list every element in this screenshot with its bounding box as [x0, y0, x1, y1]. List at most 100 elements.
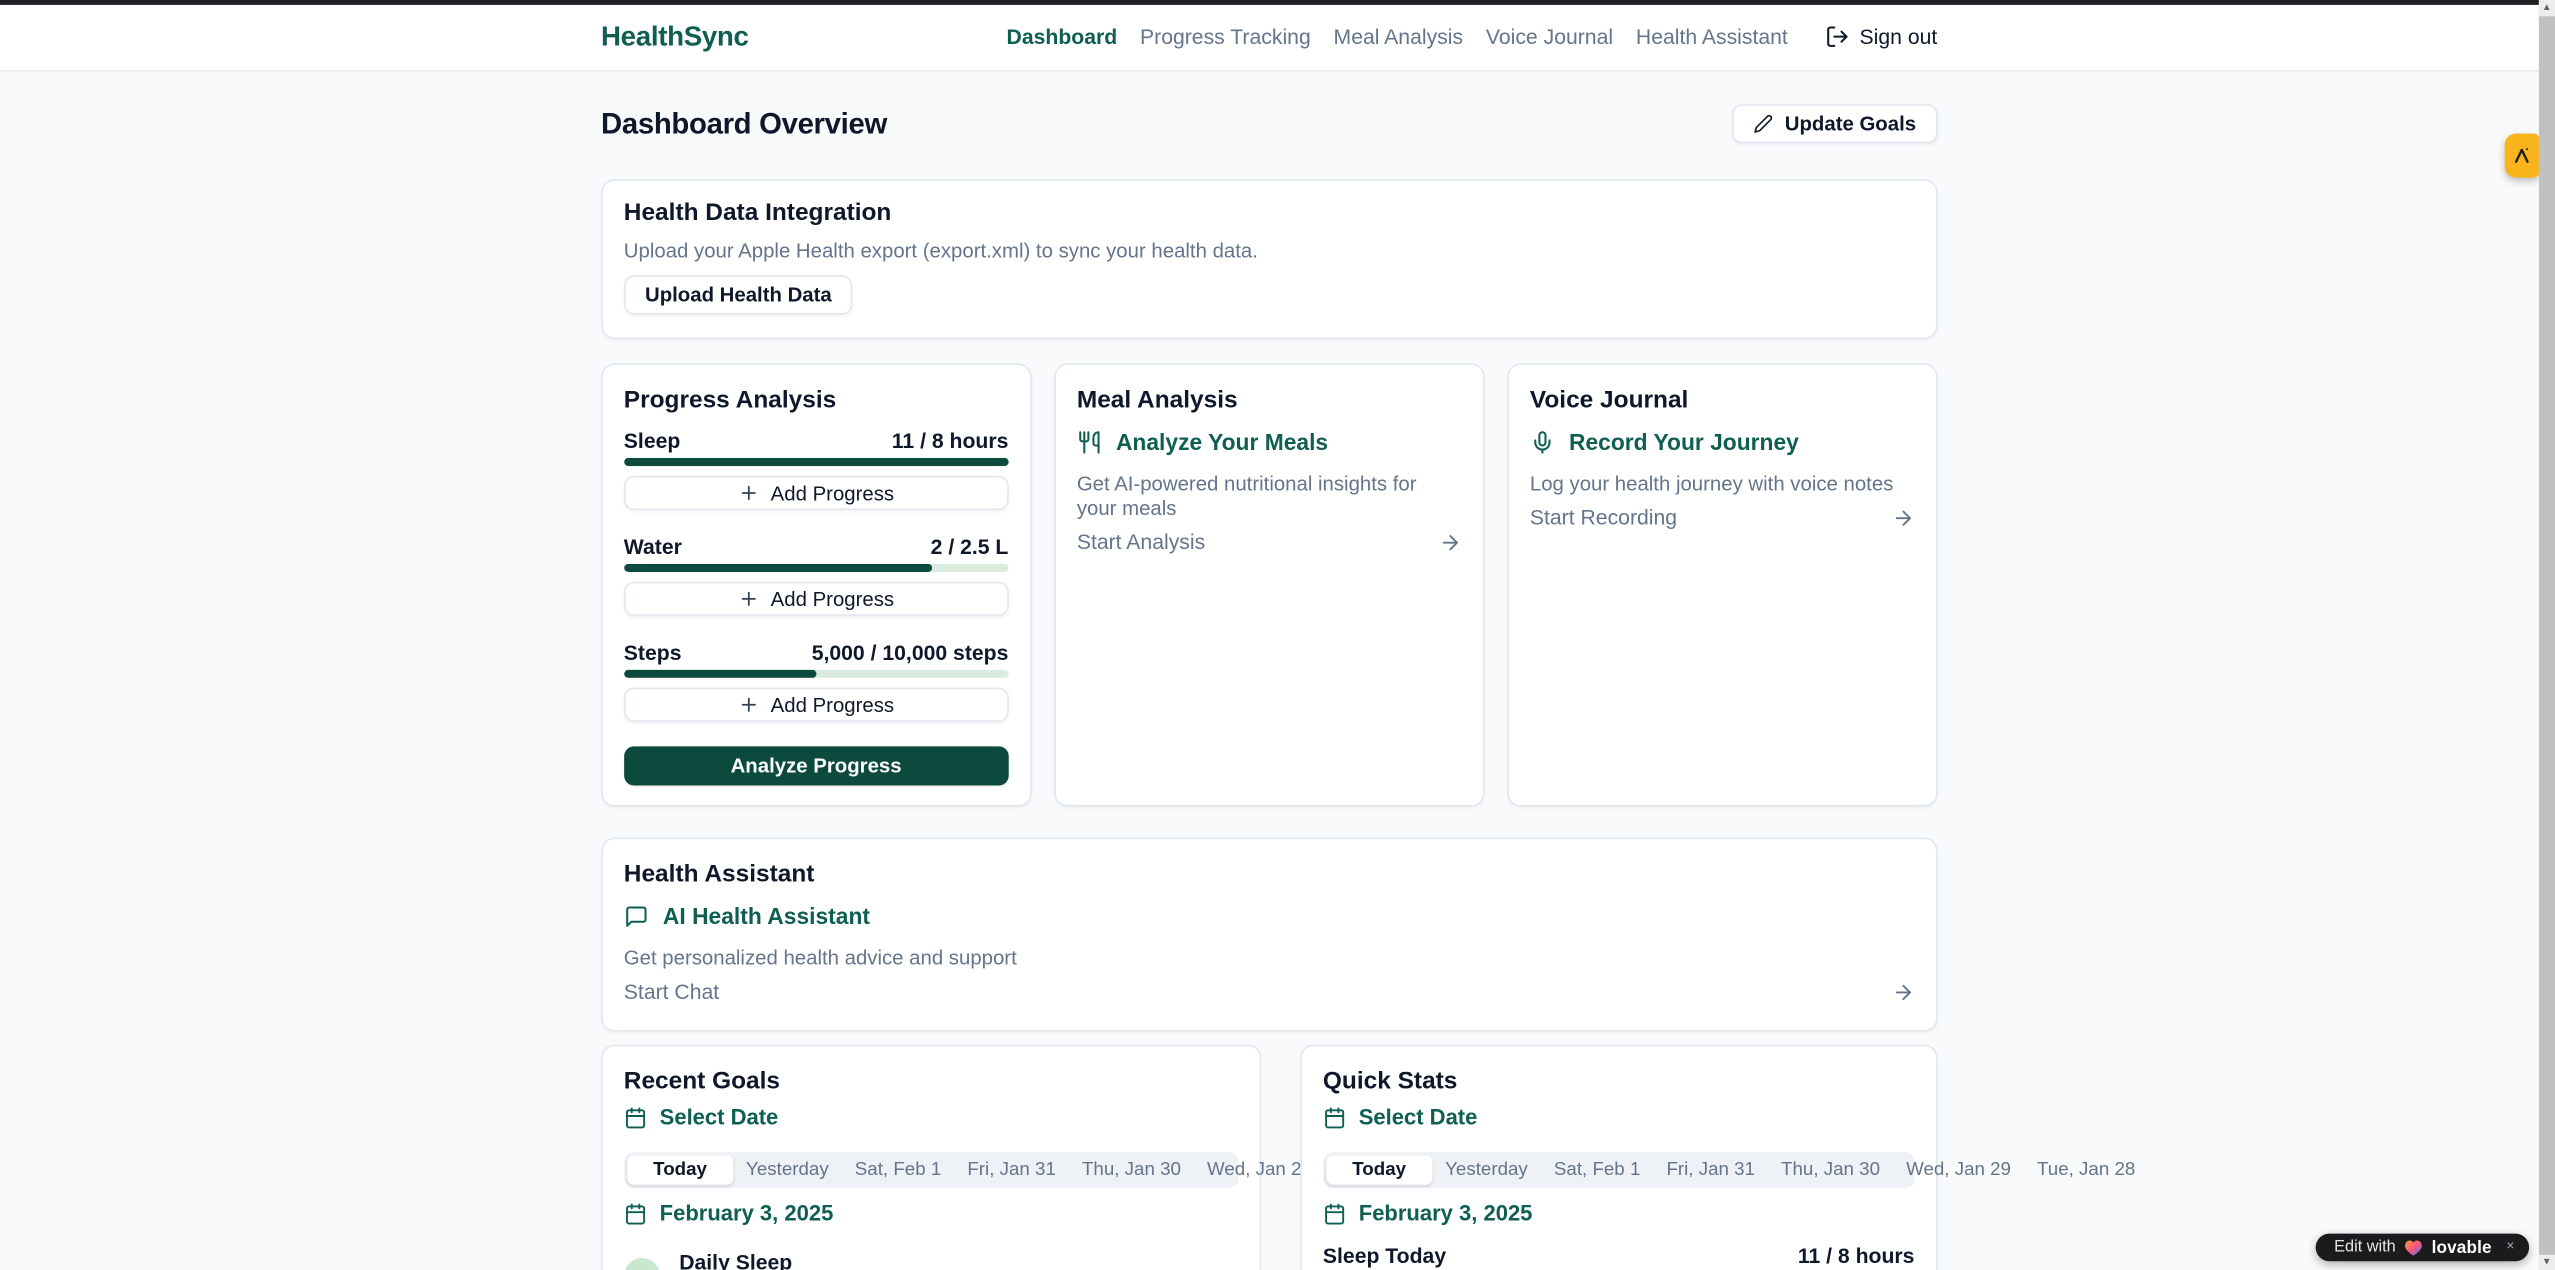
goal-item: Daily Sleep 11 / 8 hours	[624, 1250, 1238, 1270]
voice-description: Log your health journey with voice notes	[1530, 473, 1915, 497]
progress-bar	[624, 564, 1009, 572]
date-tab-sat-feb-1[interactable]: Sat, Feb 1	[842, 1155, 955, 1184]
start-analysis-label: Start Analysis	[1077, 531, 1205, 554]
selected-date-label: February 3, 2025	[660, 1201, 834, 1227]
date-tab-sat-feb-1[interactable]: Sat, Feb 1	[1541, 1155, 1654, 1184]
metric-value: 2 / 2.5 L	[931, 536, 1009, 557]
start-chat-action[interactable]: Start Chat	[624, 981, 1915, 1004]
upload-health-data-button[interactable]: Upload Health Data	[624, 275, 853, 314]
sign-out-button[interactable]: Sign out	[1825, 25, 1937, 49]
app-root: HealthSync Dashboard Progress Tracking M…	[0, 0, 2555, 1270]
scroll-down-icon[interactable]: ▼	[2538, 1255, 2555, 1270]
date-tab-yesterday[interactable]: Yesterday	[1432, 1155, 1541, 1184]
date-tab-today[interactable]: Today	[1326, 1155, 1432, 1184]
close-icon[interactable]: ×	[2506, 1237, 2514, 1253]
select-date-label: Select Date	[660, 1105, 779, 1131]
date-tab-thu-jan-30[interactable]: Thu, Jan 30	[1768, 1155, 1893, 1184]
record-your-journey-link[interactable]: Record Your Journey	[1530, 430, 1915, 454]
selected-date: February 3, 2025	[624, 1201, 1238, 1227]
lovable-badge-button[interactable]	[2504, 134, 2538, 178]
start-recording-action[interactable]: Start Recording	[1530, 507, 1915, 530]
add-progress-button-steps[interactable]: Add Progress	[624, 688, 1009, 722]
metric-label: Sleep	[624, 430, 681, 451]
assistant-card-title: Health Assistant	[624, 860, 1915, 888]
microphone-icon	[1530, 430, 1554, 454]
pencil-icon	[1754, 114, 1774, 134]
record-your-journey-label: Record Your Journey	[1569, 430, 1799, 454]
plus-icon	[738, 694, 759, 715]
lovable-logo-icon	[2511, 145, 2532, 166]
recent-goals-title: Recent Goals	[624, 1067, 1238, 1095]
voice-card-title: Voice Journal	[1530, 386, 1915, 414]
date-tab-tue-jan-28[interactable]: Tue, Jan 28	[2024, 1155, 2148, 1184]
lovable-brand-label: lovable	[2432, 1238, 2492, 1258]
metric-label: Steps	[624, 642, 682, 663]
update-goals-button[interactable]: Update Goals	[1733, 104, 1938, 143]
nav-item-health-assistant[interactable]: Health Assistant	[1636, 25, 1788, 49]
start-recording-label: Start Recording	[1530, 507, 1677, 530]
nav-item-voice-journal[interactable]: Voice Journal	[1486, 25, 1613, 49]
utensils-icon	[1077, 430, 1101, 454]
analyze-your-meals-label: Analyze Your Meals	[1116, 430, 1328, 454]
date-tabs: Today Yesterday Sat, Feb 1 Fri, Jan 31 T…	[1323, 1152, 1915, 1188]
ai-health-assistant-link[interactable]: AI Health Assistant	[624, 904, 1915, 928]
quick-stats-card: Quick Stats Select Date Today Yesterday …	[1300, 1045, 1937, 1270]
goal-name: Daily Sleep	[679, 1250, 792, 1270]
date-tab-fri-jan-31[interactable]: Fri, Jan 31	[1653, 1155, 1768, 1184]
meal-card-title: Meal Analysis	[1077, 386, 1462, 414]
date-tab-today[interactable]: Today	[627, 1155, 733, 1184]
calendar-icon	[1323, 1106, 1346, 1129]
date-tab-fri-jan-31[interactable]: Fri, Jan 31	[954, 1155, 1069, 1184]
main-content: Dashboard Overview Update Goals Health D…	[0, 104, 2538, 1270]
progress-fill	[624, 458, 1009, 466]
integration-title: Health Data Integration	[624, 199, 1915, 227]
calendar-icon	[624, 1106, 647, 1129]
edit-with-lovable-badge[interactable]: Edit with lovable ×	[2316, 1234, 2529, 1262]
meal-description: Get AI-powered nutritional insights for …	[1077, 473, 1462, 522]
nav-item-progress-tracking[interactable]: Progress Tracking	[1140, 25, 1311, 49]
brand-logo[interactable]: HealthSync	[601, 21, 749, 54]
select-date-label: Select Date	[1359, 1105, 1478, 1131]
ai-health-assistant-label: AI Health Assistant	[663, 904, 870, 928]
select-date-button[interactable]: Select Date	[1323, 1105, 1915, 1131]
select-date-button[interactable]: Select Date	[624, 1105, 1238, 1131]
integration-description: Upload your Apple Health export (export.…	[624, 240, 1915, 264]
start-chat-label: Start Chat	[624, 981, 719, 1004]
logout-icon	[1825, 25, 1849, 49]
edit-with-label: Edit with	[2334, 1238, 2396, 1256]
stat-label: Sleep Today	[1323, 1245, 1446, 1266]
start-analysis-action[interactable]: Start Analysis	[1077, 531, 1462, 554]
quick-stats-title: Quick Stats	[1323, 1067, 1915, 1095]
stat-row: Sleep Today 11 / 8 hours	[1323, 1245, 1915, 1266]
plus-icon	[738, 588, 759, 609]
analyze-your-meals-link[interactable]: Analyze Your Meals	[1077, 430, 1462, 454]
stat-value: 11 / 8 hours	[1798, 1245, 1915, 1266]
assistant-description: Get personalized health advice and suppo…	[624, 947, 1915, 971]
add-progress-button-water[interactable]: Add Progress	[624, 582, 1009, 616]
analyze-progress-button[interactable]: Analyze Progress	[624, 746, 1009, 785]
calendar-icon	[624, 1203, 647, 1226]
scrollbar[interactable]: ▲ ▼	[2538, 0, 2555, 1270]
sign-out-label: Sign out	[1860, 25, 1938, 49]
main-nav: Dashboard Progress Tracking Meal Analysi…	[1007, 25, 1938, 49]
nav-item-meal-analysis[interactable]: Meal Analysis	[1334, 25, 1464, 49]
arrow-right-icon	[1892, 507, 1915, 530]
metric-steps: Steps 5,000 / 10,000 steps Add Progress	[624, 642, 1009, 723]
meal-analysis-card: Meal Analysis Analyze Your Meals Get AI-…	[1054, 363, 1484, 806]
progress-analysis-card: Progress Analysis Sleep 11 / 8 hours Add…	[601, 363, 1031, 806]
scroll-up-icon[interactable]: ▲	[2538, 0, 2555, 16]
nav-item-dashboard[interactable]: Dashboard	[1007, 25, 1118, 49]
date-tab-yesterday[interactable]: Yesterday	[733, 1155, 842, 1184]
selected-date: February 3, 2025	[1323, 1201, 1915, 1227]
top-bar	[0, 0, 2538, 4]
recent-goals-card: Recent Goals Select Date Today Yesterday…	[601, 1045, 1261, 1270]
progress-bar	[624, 458, 1009, 466]
date-tab-thu-jan-30[interactable]: Thu, Jan 30	[1069, 1155, 1194, 1184]
date-tab-wed-jan-29[interactable]: Wed, Jan 29	[1893, 1155, 2024, 1184]
calendar-icon	[1323, 1203, 1346, 1226]
progress-bar	[624, 670, 1009, 678]
page-title: Dashboard Overview	[601, 107, 887, 141]
voice-journal-card: Voice Journal Record Your Journey Log yo…	[1507, 363, 1937, 806]
add-progress-button-sleep[interactable]: Add Progress	[624, 476, 1009, 510]
selected-date-label: February 3, 2025	[1359, 1201, 1533, 1227]
